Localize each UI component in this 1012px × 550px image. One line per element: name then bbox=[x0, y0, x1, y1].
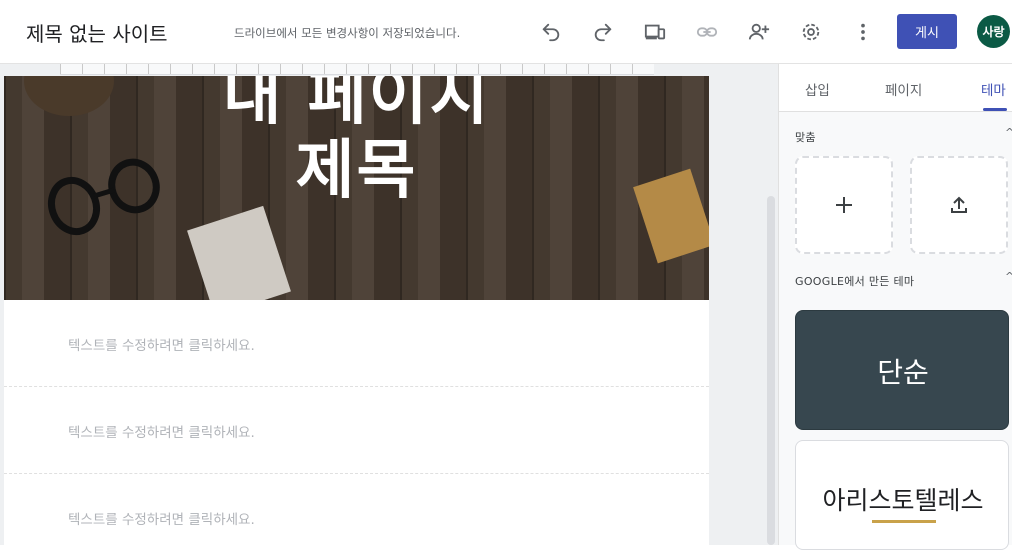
text-placeholder: 텍스트를 수정하려면 클릭하세요. bbox=[68, 512, 255, 528]
text-box[interactable]: 텍스트를 수정하려면 클릭하세요. bbox=[4, 300, 709, 387]
site-page: 내 페이지 제목 텍스트를 수정하려면 클릭하세요. 텍스트를 수정하려면 클릭… bbox=[4, 76, 709, 545]
page-title-text: 내 페이지 제목 bbox=[222, 76, 491, 208]
chevron-up-icon[interactable]: ^ bbox=[1005, 126, 1012, 139]
plus-icon bbox=[836, 197, 852, 213]
settings-gear-icon[interactable] bbox=[799, 20, 823, 44]
site-title[interactable]: 제목 없는 사이트 bbox=[26, 18, 168, 47]
tab-insert[interactable]: 삽입 bbox=[805, 79, 830, 99]
upload-icon bbox=[951, 196, 967, 213]
add-custom-theme-button[interactable] bbox=[795, 156, 893, 254]
top-app-bar: 제목 없는 사이트 드라이브에서 모든 변경사항이 저장되었습니다. 게시 사랑 bbox=[0, 0, 1012, 64]
theme-card-simple[interactable]: 단순 bbox=[795, 310, 1009, 430]
text-box[interactable]: 텍스트를 수정하려면 클릭하세요. bbox=[4, 474, 709, 545]
tab-themes[interactable]: 테마 bbox=[981, 79, 1006, 99]
page-ruler bbox=[60, 64, 654, 75]
link-icon[interactable] bbox=[695, 20, 719, 44]
add-person-icon[interactable] bbox=[747, 20, 771, 44]
tab-pages[interactable]: 페이지 bbox=[885, 79, 922, 99]
avatar[interactable]: 사랑 bbox=[977, 15, 1010, 48]
text-placeholder: 텍스트를 수정하려면 클릭하세요. bbox=[68, 338, 255, 354]
undo-icon[interactable] bbox=[539, 20, 563, 44]
redo-icon[interactable] bbox=[591, 20, 615, 44]
theme-name: 아리스토텔레스 bbox=[822, 486, 984, 515]
canvas-scrollbar[interactable] bbox=[767, 196, 775, 545]
side-panel: 삽입 페이지 테마 맞춤 ^ GOOGLE에서 만든 테마 ^ 단순 아리스토텔… bbox=[778, 64, 1012, 550]
publish-button[interactable]: 게시 bbox=[897, 14, 957, 49]
save-status-text: 드라이브에서 모든 변경사항이 저장되었습니다. bbox=[234, 26, 461, 40]
text-placeholder: 텍스트를 수정하려면 클릭하세요. bbox=[68, 425, 255, 441]
panel-tabs: 삽입 페이지 테마 bbox=[779, 64, 1012, 112]
active-tab-indicator bbox=[983, 108, 1007, 111]
theme-name: 단순 bbox=[877, 356, 929, 389]
custom-section-label: 맞춤 bbox=[795, 131, 816, 144]
page-title[interactable]: 내 페이지 제목 bbox=[4, 76, 709, 208]
chevron-up-icon[interactable]: ^ bbox=[1005, 270, 1012, 283]
theme-accent-line bbox=[872, 520, 936, 523]
text-box[interactable]: 텍스트를 수정하려면 클릭하세요. bbox=[4, 387, 709, 474]
google-themes-section-label: GOOGLE에서 만든 테마 bbox=[795, 275, 915, 288]
upload-theme-button[interactable] bbox=[910, 156, 1008, 254]
header-banner-image[interactable]: 내 페이지 제목 bbox=[4, 76, 709, 300]
preview-devices-icon[interactable] bbox=[643, 20, 667, 44]
theme-card-aristotle[interactable]: 아리스토텔레스 bbox=[795, 440, 1009, 550]
more-vert-icon[interactable] bbox=[851, 20, 875, 44]
